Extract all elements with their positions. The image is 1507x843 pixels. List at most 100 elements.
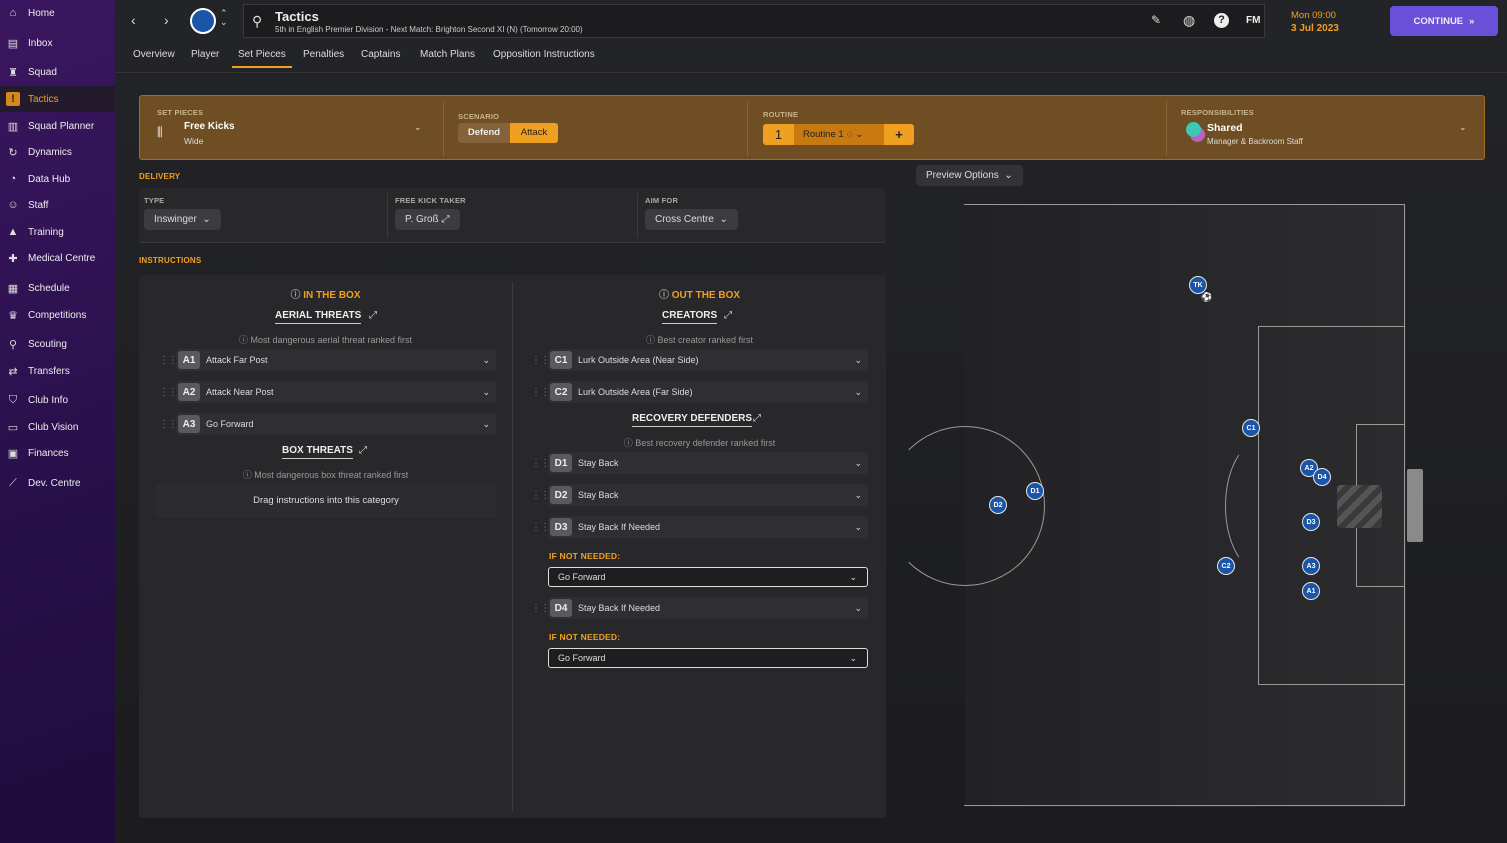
tab-match-plans[interactable]: Match Plans (420, 49, 475, 66)
goal (1407, 469, 1423, 542)
vision-icon: ▭ (7, 421, 19, 434)
expand-icon[interactable]: ⤢ (753, 413, 761, 424)
player-marker[interactable]: C2 (1217, 557, 1235, 575)
sidebar-item-club-vision[interactable]: ▭ Club Vision (0, 414, 115, 440)
shared-staff-icon (1186, 122, 1201, 137)
drag-handle-icon[interactable]: ⋮⋮ (531, 355, 550, 366)
responsibilities-select[interactable]: Shared Manager & Backroom Staff ⌄ (1180, 118, 1470, 148)
preview-options-button[interactable]: Preview Options ⌄ (916, 165, 1023, 186)
fm-menu[interactable]: FM (1246, 15, 1260, 26)
data-hub-icon: ◔ (9, 173, 17, 185)
tab-opposition-instructions[interactable]: Opposition Instructions (493, 49, 595, 66)
edit-icon[interactable]: ✎ (1151, 13, 1161, 27)
sidebar-item-inbox[interactable]: ▤ Inbox (0, 30, 115, 56)
globe-icon[interactable]: ◍ (1183, 12, 1195, 29)
player-marker[interactable]: C1 (1242, 419, 1260, 437)
drag-handle-icon[interactable]: ⋮⋮ (531, 522, 550, 533)
sidebar-item-squad-planner[interactable]: ▥ Squad Planner (0, 113, 115, 139)
drag-handle-icon[interactable]: ⋮⋮ (531, 490, 550, 501)
tab-player[interactable]: Player (191, 49, 219, 66)
help-icon[interactable]: ? (1214, 13, 1229, 28)
sidebar-item-training[interactable]: ▲ Training (0, 219, 115, 245)
info-icon: ⓘ (290, 290, 304, 301)
search-bar[interactable]: ⚲ Tactics 5th in English Premier Divisio… (243, 4, 1265, 38)
recovery-defenders-heading: RECOVERY DEFENDERS (632, 413, 753, 427)
aerial-row-a2[interactable]: A2 Attack Near Post ⌄ (176, 381, 496, 403)
drag-handle-icon[interactable]: ⋮⋮ (159, 387, 178, 398)
sidebar-item-club-info[interactable]: ⛉ Club Info (0, 387, 115, 413)
tab-set-pieces[interactable]: Set Pieces (232, 49, 292, 68)
expand-icon[interactable]: ⤢ (724, 310, 732, 321)
recovery-row-d3[interactable]: D3 Stay Back If Needed ⌄ (548, 516, 868, 538)
creators-heading: CREATORS (662, 310, 718, 324)
sidebar-item-staff[interactable]: ☺ Staff (0, 192, 115, 218)
sidebar-item-home[interactable]: ⌂ Home (0, 0, 115, 26)
attack-button[interactable]: Attack (510, 123, 558, 143)
set-piece-select[interactable]: ⫼ Free Kicks Wide ⌄ (150, 116, 440, 150)
back-icon[interactable]: ‹ (131, 12, 136, 28)
training-icon: ▲ (7, 226, 19, 238)
player-marker[interactable]: D2 (989, 496, 1007, 514)
taker-select[interactable]: P. Groß ⤢ (395, 209, 460, 230)
aim-label: AIM FOR (645, 196, 679, 205)
forward-icon[interactable]: › (164, 12, 169, 28)
aim-select[interactable]: Cross Centre ⌄ (645, 209, 738, 230)
sidebar-item-transfers[interactable]: ⇄ Transfers (0, 358, 115, 384)
player-marker[interactable]: A3 (1302, 557, 1320, 575)
drag-handle-icon[interactable]: ⋮⋮ (531, 458, 550, 469)
sidebar-item-dynamics[interactable]: ↻ Dynamics (0, 139, 115, 165)
chevron-down-icon: ⌄ (414, 122, 422, 132)
player-marker[interactable]: A1 (1302, 582, 1320, 600)
sidebar-item-squad[interactable]: ♜ Squad (0, 59, 115, 85)
club-switch-icon[interactable]: ⌃ ⌄ (220, 9, 228, 27)
sidebar-item-data-hub[interactable]: ◔ Data Hub (0, 166, 115, 192)
player-marker[interactable]: D3 (1302, 513, 1320, 531)
drag-handle-icon[interactable]: ⋮⋮ (531, 603, 550, 614)
sidebar-item-schedule[interactable]: ▦ Schedule (0, 275, 115, 301)
box-threats-drop-zone[interactable]: Drag instructions into this category (156, 483, 496, 518)
drag-handle-icon[interactable]: ⋮⋮ (531, 387, 550, 398)
chevron-down-icon: ⌄ (202, 214, 211, 225)
d4-if-not-needed-select[interactable]: Go Forward ⌄ (548, 648, 868, 668)
shield-icon: ⛉ (8, 393, 18, 406)
expand-icon[interactable]: ⤢ (369, 310, 377, 321)
recovery-row-d4[interactable]: D4 Stay Back If Needed ⌄ (548, 597, 868, 619)
trophy-icon: ♛ (8, 309, 18, 322)
continue-button[interactable]: CONTINUE» (1390, 6, 1498, 36)
transfers-icon: ⇄ (8, 365, 18, 378)
add-routine-button[interactable]: + (884, 124, 914, 145)
responsibilities-sub: Manager & Backroom Staff (1207, 137, 1303, 146)
club-badge[interactable] (190, 8, 216, 34)
tab-captains[interactable]: Captains (361, 49, 400, 66)
routine-select[interactable]: Routine 1 ◌ ⌄ (794, 124, 884, 145)
player-marker[interactable]: D1 (1026, 482, 1044, 500)
defend-button[interactable]: Defend (458, 123, 510, 143)
tab-penalties[interactable]: Penalties (303, 49, 344, 66)
sidebar-item-dev-centre[interactable]: ⟋ Dev. Centre (0, 470, 115, 496)
creator-row-c2[interactable]: C2 Lurk Outside Area (Far Side) ⌄ (548, 381, 868, 403)
type-select[interactable]: Inswinger ⌄ (144, 209, 221, 230)
sidebar-item-competitions[interactable]: ♛ Competitions (0, 302, 115, 328)
divider (747, 101, 748, 156)
if-not-needed-label: IF NOT NEEDED: (549, 551, 621, 561)
drag-handle-icon[interactable]: ⋮⋮ (159, 355, 178, 366)
aerial-row-a3[interactable]: A3 Go Forward ⌄ (176, 413, 496, 435)
divider (115, 72, 1507, 73)
sidebar-item-medical-centre[interactable]: ✚ Medical Centre (0, 245, 115, 271)
chevron-down-icon: ⌄ (849, 571, 857, 582)
chevron-down-icon: ⌄ (482, 354, 490, 365)
recovery-row-d2[interactable]: D2 Stay Back ⌄ (548, 484, 868, 506)
aerial-row-a1[interactable]: A1 Attack Far Post ⌄ (176, 349, 496, 371)
recovery-row-d1[interactable]: D1 Stay Back ⌄ (548, 452, 868, 474)
d3-if-not-needed-select[interactable]: Go Forward ⌄ (548, 567, 868, 587)
player-marker[interactable]: D4 (1313, 468, 1331, 486)
chevron-down-icon: ⌄ (719, 214, 728, 225)
sidebar-item-finances[interactable]: ▣ Finances (0, 440, 115, 466)
sidebar-item-scouting[interactable]: ⚲ Scouting (0, 331, 115, 357)
game-time: Mon 09:00 (1291, 10, 1336, 21)
creator-row-c1[interactable]: C1 Lurk Outside Area (Near Side) ⌄ (548, 349, 868, 371)
tab-overview[interactable]: Overview (133, 49, 175, 66)
expand-icon[interactable]: ⤢ (359, 445, 367, 456)
sidebar-item-tactics[interactable]: ! Tactics (0, 86, 115, 112)
drag-handle-icon[interactable]: ⋮⋮ (159, 419, 178, 430)
